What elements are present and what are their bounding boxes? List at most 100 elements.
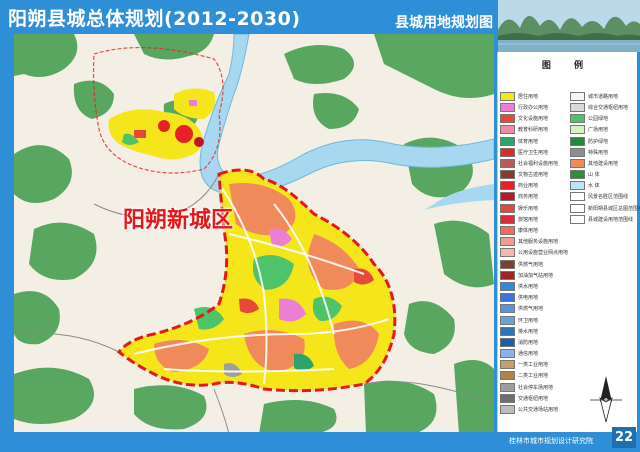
legend-item: 行政办公用地: [500, 102, 570, 112]
legend-label: 广场用地: [588, 127, 609, 134]
legend-item: 娱乐用地: [500, 203, 570, 213]
landscape-photo: [498, 0, 640, 52]
legend-swatch: [570, 147, 585, 157]
legend-item: 广场用地: [570, 125, 640, 135]
legend-label: 医疗卫生用地: [518, 149, 549, 156]
legend-item: 加油加气站用地: [500, 270, 570, 280]
legend-item: 防护绿地: [570, 136, 640, 146]
legend-item: 新阳朔县城区总图范围线: [570, 203, 640, 213]
legend-label: 供电用地: [518, 295, 539, 302]
legend-label: 加油加气站用地: [518, 272, 554, 279]
legend-swatch: [570, 181, 585, 191]
legend-label: 一类工业用地: [518, 362, 549, 369]
legend-item: 二类工业用地: [500, 371, 570, 381]
legend-item: 商业用地: [500, 181, 570, 191]
legend-item: 文物古迹用地: [500, 170, 570, 180]
institute-name: 桂林市城市规划设计研究院: [509, 437, 593, 445]
map-legend: 图 例 居住用地 行政办公用地 文化设施用地 教育科研用地 体育用地 医疗卫生用地 社会福利…: [497, 52, 640, 432]
legend-item: 旅馆用地: [500, 214, 570, 224]
legend-swatch: [500, 203, 515, 213]
legend-label: 文物古迹用地: [518, 172, 549, 179]
legend-label: 商务用地: [518, 194, 539, 201]
legend-title: 图 例: [541, 61, 594, 71]
legend-label: 供燃气用地: [518, 261, 544, 268]
legend-swatch: [500, 226, 515, 236]
legend-label: 公园绿地: [588, 116, 609, 123]
legend-item: 公用设施营业网点用地: [500, 248, 570, 258]
legend-swatch: [570, 125, 585, 135]
legend-swatch: [500, 192, 515, 202]
legend-swatch: [500, 158, 515, 168]
legend-swatch: [570, 203, 585, 213]
page-title: 阳朔县城总体规划(2012-2030): [8, 8, 301, 30]
legend-swatch: [500, 326, 515, 336]
legend-item: 排水用地: [500, 326, 570, 336]
legend-swatch: [500, 114, 515, 124]
legend-item: 公共交通场站用地: [500, 405, 570, 415]
map-subtitle: 县城用地规划图: [395, 15, 493, 31]
legend-item: 水 体: [570, 181, 640, 191]
legend-label: 其他建设用地: [588, 160, 619, 167]
legend-label: 其他服务设施用地: [518, 239, 559, 246]
legend-swatch: [500, 170, 515, 180]
legend-swatch: [570, 114, 585, 124]
legend-column-left: 居住用地 行政办公用地 文化设施用地 教育科研用地 体育用地 医疗卫生用地 社会福利设施用地…: [500, 91, 570, 416]
legend-swatch: [500, 281, 515, 291]
legend-item: 居住用地: [500, 91, 570, 101]
legend-item: 环卫用地: [500, 315, 570, 325]
legend-label: 公用设施营业网点用地: [518, 250, 569, 257]
legend-swatch: [500, 102, 515, 112]
legend-item: 社会停车场用地: [500, 382, 570, 392]
legend-label: 商业用地: [518, 183, 539, 190]
legend-swatch: [570, 91, 585, 101]
legend-item: 康体用地: [500, 226, 570, 236]
legend-swatch: [570, 102, 585, 112]
legend-label: 体育用地: [518, 138, 539, 145]
land-use-map: 阳朔新城区: [14, 34, 494, 434]
legend-item: 风景名胜区范围线: [570, 192, 640, 202]
legend-label: 二类工业用地: [518, 373, 549, 380]
legend-swatch: [570, 192, 585, 202]
legend-label: 行政办公用地: [518, 104, 549, 111]
legend-swatch: [570, 136, 585, 146]
legend-swatch: [500, 136, 515, 146]
legend-swatch: [500, 181, 515, 191]
legend-label: 旅馆用地: [518, 216, 539, 223]
legend-item: 医疗卫生用地: [500, 147, 570, 157]
legend-label: 教育科研用地: [518, 127, 549, 134]
legend-label: 通信用地: [518, 351, 539, 358]
legend-swatch: [500, 125, 515, 135]
government-name: 阳朔县人民政府: [529, 425, 572, 432]
legend-swatch: [570, 214, 585, 224]
legend-swatch: [500, 393, 515, 403]
legend-swatch: [500, 315, 515, 325]
legend-label: 居住用地: [518, 93, 539, 100]
page-number: 22: [612, 427, 636, 448]
legend-label: 社会福利设施用地: [518, 160, 559, 167]
legend-item: 消防用地: [500, 337, 570, 347]
legend-swatch: [500, 360, 515, 370]
legend-item: 其他建设用地: [570, 158, 640, 168]
legend-swatch: [500, 214, 515, 224]
legend-swatch: [500, 248, 515, 258]
legend-label: 风景名胜区范围线: [588, 194, 629, 201]
legend-swatch: [500, 259, 515, 269]
legend-label: 县城建设用地范围线: [588, 216, 634, 223]
legend-swatch: [500, 371, 515, 381]
legend-item: 供水用地: [500, 281, 570, 291]
legend-label: 城市道路用地: [588, 93, 619, 100]
legend-item: 山 体: [570, 170, 640, 180]
legend-item: 供燃气用地: [500, 304, 570, 314]
legend-item: 商务用地: [500, 192, 570, 202]
legend-swatch: [500, 304, 515, 314]
legend-swatch: [500, 91, 515, 101]
legend-label: 供水用地: [518, 283, 539, 290]
legend-label: 娱乐用地: [518, 205, 539, 212]
legend-label: 供燃气用地: [518, 306, 544, 313]
legend-item: 公园绿地: [570, 114, 640, 124]
legend-swatch: [570, 170, 585, 180]
legend-item: 城市道路用地: [570, 91, 640, 101]
legend-swatch: [500, 337, 515, 347]
legend-swatch: [500, 270, 515, 280]
legend-label: 新阳朔县城区总图范围线: [588, 205, 640, 212]
